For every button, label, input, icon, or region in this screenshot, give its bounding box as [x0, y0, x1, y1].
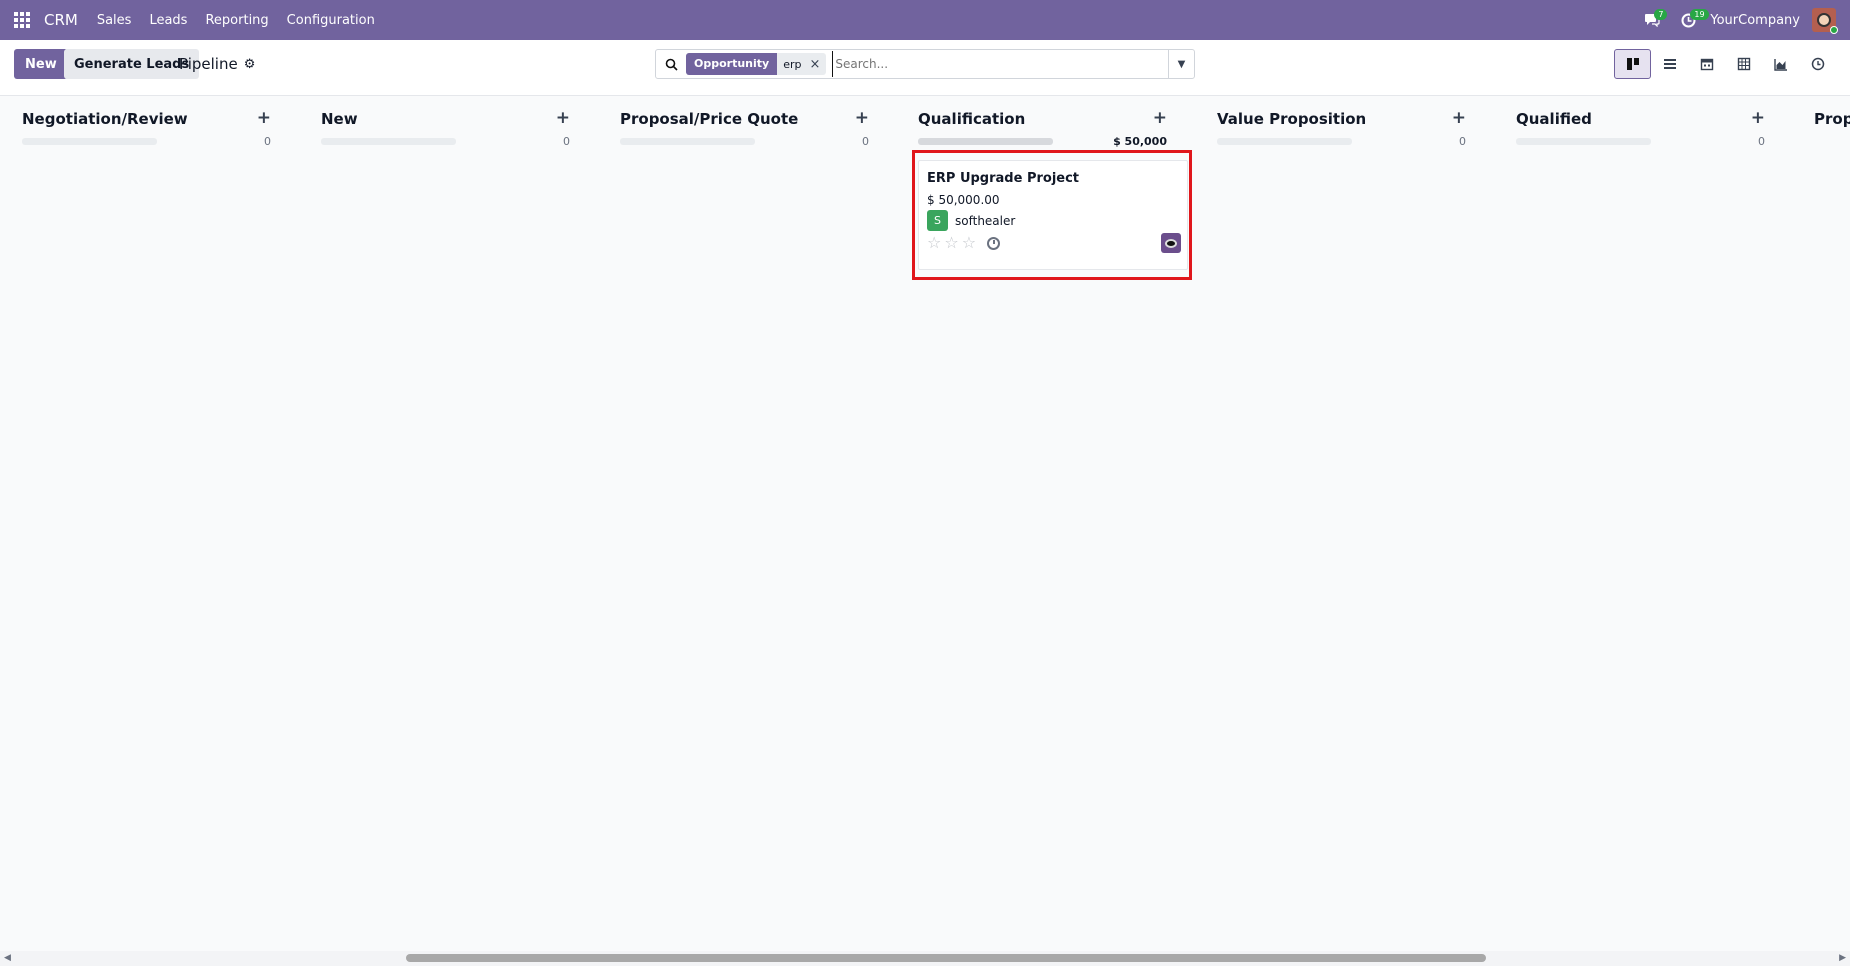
- new-button[interactable]: New: [14, 49, 68, 79]
- column-progress-bar: [22, 138, 157, 145]
- scroll-left-icon[interactable]: ◀: [4, 953, 11, 963]
- kanban-icon: [1626, 58, 1639, 70]
- add-record-icon[interactable]: +: [1452, 108, 1466, 128]
- column-total: 0: [1459, 135, 1466, 148]
- pivot-icon: [1737, 57, 1750, 71]
- pivot-view-button[interactable]: [1725, 49, 1762, 79]
- scrollbar-thumb[interactable]: [406, 954, 1486, 962]
- column-title[interactable]: New: [321, 110, 358, 128]
- column-header: Value Proposition +: [1217, 108, 1466, 130]
- online-status-icon: [1830, 26, 1838, 34]
- caret-down-icon: ▼: [1177, 58, 1186, 70]
- facet-remove-icon[interactable]: ×: [807, 57, 826, 72]
- column-total: 0: [862, 135, 869, 148]
- graph-view-button[interactable]: [1762, 49, 1799, 79]
- column-header: New +: [321, 108, 570, 130]
- column-progress-bar: [620, 138, 755, 145]
- column-progress-bar: [321, 138, 456, 145]
- menu-sales[interactable]: Sales: [88, 13, 141, 28]
- scroll-right-icon[interactable]: ▶: [1839, 953, 1846, 963]
- calendar-view-button[interactable]: [1688, 49, 1725, 79]
- horizontal-scrollbar[interactable]: ◀ ▶: [0, 951, 1850, 966]
- activities-badge: 19: [1690, 9, 1709, 20]
- add-record-icon[interactable]: +: [1751, 108, 1765, 128]
- app-brand[interactable]: CRM: [44, 11, 88, 29]
- calendar-icon: [1700, 58, 1713, 71]
- column-total: 0: [264, 135, 271, 148]
- list-icon: [1663, 59, 1676, 69]
- breadcrumb: Pipeline ⚙: [179, 55, 255, 73]
- column-header: Qualified +: [1516, 108, 1765, 130]
- search-icon[interactable]: [656, 58, 686, 71]
- menu-configuration[interactable]: Configuration: [278, 13, 384, 28]
- menu-reporting[interactable]: Reporting: [196, 13, 277, 28]
- kanban-column: Qualified + 0: [1494, 96, 1771, 951]
- kanban-column: New + 0: [299, 96, 576, 951]
- kanban-column: Proposition: [1792, 96, 1850, 951]
- messages-badge: 7: [1654, 9, 1668, 20]
- column-total: 0: [563, 135, 570, 148]
- column-title[interactable]: Proposition: [1814, 110, 1850, 128]
- activity-clock-icon: [1811, 57, 1824, 71]
- app-menu-icon[interactable]: [0, 0, 44, 40]
- search-input[interactable]: [832, 51, 1168, 77]
- gear-icon[interactable]: ⚙: [244, 57, 256, 72]
- kanban-column: Proposal/Price Quote + 0: [598, 96, 875, 951]
- column-progress-bar: [918, 138, 1053, 145]
- facet-value: erp: [783, 57, 802, 71]
- column-header: Proposition: [1814, 110, 1850, 130]
- column-progress-bar: [1516, 138, 1651, 145]
- list-view-button[interactable]: [1651, 49, 1688, 79]
- company-switcher[interactable]: YourCompany: [1706, 13, 1812, 28]
- facet-label: Opportunity: [686, 53, 778, 75]
- menu-leads[interactable]: Leads: [140, 13, 196, 28]
- column-title[interactable]: Qualified: [1516, 110, 1592, 128]
- user-avatar[interactable]: [1812, 8, 1838, 34]
- add-record-icon[interactable]: +: [257, 108, 271, 128]
- column-title[interactable]: Negotiation/Review: [22, 110, 188, 128]
- kanban-column: Value Proposition + 0: [1195, 96, 1472, 951]
- area-chart-icon: [1773, 58, 1787, 71]
- search-bar: Opportunity erp × ▼: [655, 49, 1195, 79]
- messages-button[interactable]: 7: [1634, 0, 1670, 40]
- add-record-icon[interactable]: +: [556, 108, 570, 128]
- kanban-column: Negotiation/Review + 0: [0, 96, 277, 951]
- search-facet: Opportunity erp ×: [686, 53, 827, 75]
- top-navbar: CRM Sales Leads Reporting Configuration …: [0, 0, 1850, 40]
- column-total: 0: [1758, 135, 1765, 148]
- search-options-toggle[interactable]: ▼: [1168, 50, 1194, 78]
- kanban-view-button[interactable]: [1614, 49, 1651, 79]
- add-record-icon[interactable]: +: [855, 108, 869, 128]
- column-header: Qualification +: [918, 108, 1167, 130]
- activity-view-button[interactable]: [1799, 49, 1836, 79]
- highlight-box: [912, 150, 1192, 280]
- column-header: Proposal/Price Quote +: [620, 108, 869, 130]
- add-record-icon[interactable]: +: [1153, 108, 1167, 128]
- column-title[interactable]: Qualification: [918, 110, 1025, 128]
- column-title[interactable]: Proposal/Price Quote: [620, 110, 798, 128]
- column-total: $ 50,000: [1113, 135, 1167, 148]
- column-title[interactable]: Value Proposition: [1217, 110, 1366, 128]
- activities-button[interactable]: 19: [1670, 0, 1709, 40]
- control-panel: New Generate Leads Pipeline ⚙ Opportunit…: [0, 40, 1850, 96]
- view-switcher: [1614, 49, 1836, 79]
- column-progress-bar: [1217, 138, 1352, 145]
- page-title: Pipeline: [179, 55, 238, 73]
- column-header: Negotiation/Review +: [22, 108, 271, 130]
